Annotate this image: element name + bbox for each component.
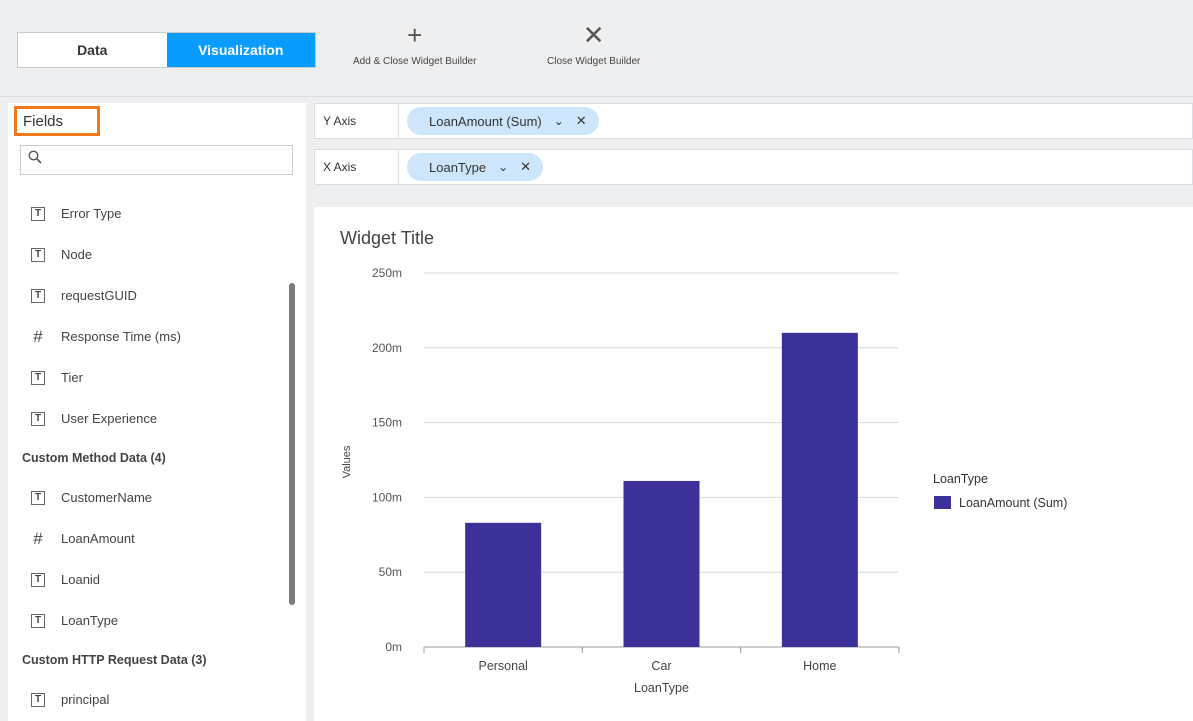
text-field-icon: T <box>31 490 45 505</box>
text-field-icon: T <box>31 206 45 221</box>
text-field-icon: T <box>31 370 45 385</box>
field-item-label: Response Time (ms) <box>61 329 181 344</box>
x-tick-label: Home <box>803 659 836 673</box>
field-item-label: Error Type <box>61 206 122 221</box>
plus-icon: + <box>407 20 423 50</box>
x-tick-label: Car <box>651 659 671 673</box>
field-item[interactable]: # LoanAmount <box>8 518 288 559</box>
bar-personal <box>465 522 542 647</box>
search-icon <box>28 150 42 164</box>
field-list-scrollbar[interactable] <box>289 283 295 605</box>
close-icon[interactable]: ✕ <box>520 159 531 175</box>
field-item[interactable]: T Tier <box>8 357 288 398</box>
x-axis-chip[interactable]: LoanType ⌄ ✕ <box>407 153 544 181</box>
y-tick-label: 150m <box>372 416 402 430</box>
field-item[interactable]: T Loanid <box>8 559 288 600</box>
number-field-icon: # <box>33 528 43 548</box>
field-search <box>20 145 293 175</box>
field-item[interactable]: T Node <box>8 234 288 275</box>
field-item-label: User Experience <box>61 411 158 426</box>
tab-data[interactable]: Data <box>18 33 167 67</box>
number-field-icon: # <box>33 326 43 346</box>
toolbar: Data Visualization + Add & Close Widget … <box>0 0 1193 97</box>
y-tick-label: 100m <box>372 490 402 504</box>
bar-chart: 0m 50m 100m 150m 200m 250m Personal Car Home Loan… <box>341 266 1067 695</box>
field-item[interactable]: Tprincipal <box>8 679 288 720</box>
y-axis-title: Values <box>341 445 353 478</box>
field-item-label: Loanid <box>61 572 101 587</box>
chevron-down-icon[interactable]: ⌄ <box>554 114 564 128</box>
text-field-icon: T <box>31 613 45 628</box>
text-field-icon: T <box>31 411 45 426</box>
fields-panel: Fields T Error Type T Node TrequestGUID # Resp… <box>8 103 306 721</box>
chevron-down-icon[interactable]: ⌄ <box>498 160 508 174</box>
field-search-input[interactable] <box>49 148 291 174</box>
field-item-label: LoanAmount <box>61 531 135 546</box>
y-axis-chip[interactable]: LoanAmount (Sum) ⌄ ✕ <box>407 107 599 135</box>
y-tick-label: 50m <box>379 565 402 579</box>
x-tick-label: Personal <box>478 659 527 673</box>
tab-visualization[interactable]: Visualization <box>166 33 315 67</box>
y-axis-label: Y Axis <box>315 104 399 138</box>
y-axis-row: Y Axis LoanAmount (Sum) ⌄ ✕ <box>314 103 1193 139</box>
close-icon[interactable]: ✕ <box>576 113 587 129</box>
x-axis-row: X Axis LoanType ⌄ ✕ <box>314 149 1193 185</box>
field-item[interactable]: T CustomerName <box>8 477 288 518</box>
field-item[interactable]: T LoanType <box>8 600 288 641</box>
field-item-label: principal <box>61 692 110 707</box>
add-close-widget-builder-button[interactable]: + Add & Close Widget Builder <box>353 22 476 67</box>
field-item-label: Tier <box>61 370 83 385</box>
y-tick-label: 200m <box>372 341 402 355</box>
close-label: Close Widget Builder <box>547 56 641 67</box>
x-axis-label: X Axis <box>315 150 399 184</box>
bar-car <box>623 480 700 647</box>
field-item-label: requestGUID <box>61 288 137 303</box>
text-field-icon: T <box>31 288 45 303</box>
close-icon: ✕ <box>582 20 605 50</box>
field-item-label: CustomerName <box>61 490 153 505</box>
field-group-header: Custom HTTP Request Data (3) <box>22 653 207 667</box>
close-widget-builder-button[interactable]: ✕ Close Widget Builder <box>547 22 640 67</box>
add-close-label: Add & Close Widget Builder <box>353 56 477 67</box>
field-item-label: Node <box>61 247 93 262</box>
legend-label: LoanAmount (Sum) <box>959 496 1067 510</box>
field-group-header: Custom Method Data (4) <box>22 451 166 465</box>
y-tick-label: 0m <box>385 640 402 654</box>
field-item[interactable]: TrequestGUID <box>8 275 288 316</box>
x-axis-title: LoanType <box>634 681 689 695</box>
y-axis-chip-label: LoanAmount (Sum) <box>429 113 542 129</box>
text-field-icon: T <box>31 572 45 587</box>
field-item-label: LoanType <box>61 613 119 628</box>
text-field-icon: T <box>31 247 45 262</box>
legend-title: LoanType <box>933 472 988 486</box>
text-field-icon: T <box>31 692 45 707</box>
bar-home <box>781 332 858 647</box>
chart-panel: Widget Title 0m 50m 100m 150m 200m 250m Person… <box>314 207 1193 721</box>
field-item[interactable]: T Error Type <box>8 193 288 234</box>
field-list: T Error Type T Node TrequestGUID # Response Ti… <box>8 193 288 720</box>
fields-title: Fields <box>14 106 100 136</box>
field-item[interactable]: T User Experience <box>8 398 288 439</box>
field-item[interactable]: # Response Time (ms) <box>8 316 288 357</box>
x-axis-chip-label: LoanType <box>429 159 487 175</box>
view-tabs: Data Visualization <box>17 32 316 68</box>
y-tick-label: 250m <box>372 266 402 280</box>
legend-swatch <box>934 496 951 509</box>
